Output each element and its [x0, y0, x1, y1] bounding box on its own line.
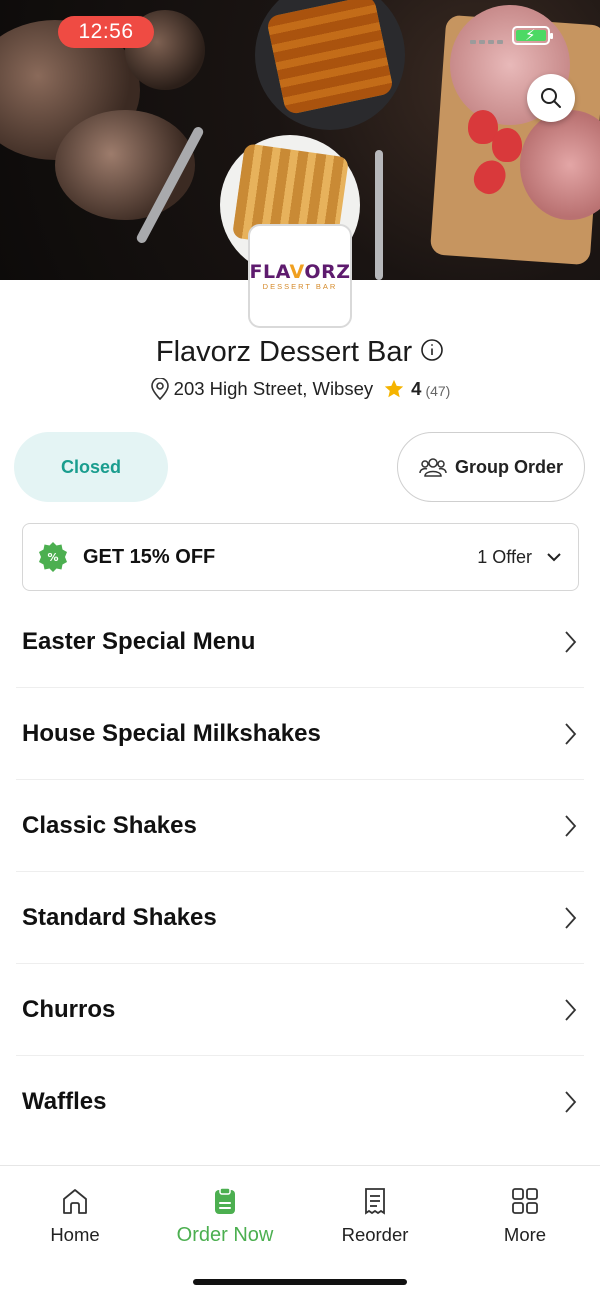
group-icon [419, 458, 447, 477]
group-order-button[interactable]: Group Order [397, 432, 585, 502]
signal-icon [470, 40, 503, 44]
menu-category-label: Standard Shakes [22, 903, 217, 931]
tab-label: Reorder [341, 1224, 409, 1245]
offer-title: GET 15% OFF [83, 545, 216, 568]
chevron-right-icon [562, 813, 578, 839]
battery-charging-icon: ⚡ [512, 26, 553, 45]
grid-icon [512, 1188, 538, 1214]
logo-wordmark: FLAVORZ [249, 261, 351, 283]
discount-badge-icon: % [37, 541, 69, 573]
chevron-right-icon [562, 629, 578, 655]
rating-value: 4 [411, 378, 422, 399]
chevron-right-icon [562, 721, 578, 747]
store-status-badge: Closed [14, 432, 168, 502]
location-pin-icon [150, 378, 170, 400]
logo-tagline: DESSERT BAR [262, 282, 338, 291]
menu-category-item[interactable]: Standard Shakes [16, 872, 584, 964]
home-indicator [193, 1279, 407, 1285]
tab-home[interactable]: Home [0, 1186, 150, 1246]
fork [375, 150, 383, 280]
tab-more[interactable]: More [450, 1186, 600, 1246]
chevron-down-icon [544, 547, 564, 567]
menu-category-list: Easter Special Menu House Special Milksh… [0, 596, 600, 1148]
menu-category-label: Churros [22, 995, 116, 1023]
offer-banner[interactable]: % GET 15% OFF 1 Offer [22, 523, 579, 591]
store-name: Flavorz Dessert Bar [155, 336, 413, 368]
store-address: 203 High Street, Wibsey [173, 378, 374, 399]
menu-category-item[interactable]: Waffles [16, 1056, 584, 1148]
tab-reorder[interactable]: Reorder [300, 1186, 450, 1246]
store-logo: FLAVORZ DESSERT BAR [248, 224, 352, 328]
offer-count: 1 Offer [477, 546, 532, 567]
menu-category-item[interactable]: Easter Special Menu [16, 596, 584, 688]
store-meta: 203 High Street, Wibsey 4 (47) [0, 378, 600, 400]
star-icon [383, 378, 405, 400]
group-order-label: Group Order [454, 456, 563, 477]
menu-category-label: Easter Special Menu [22, 627, 256, 655]
receipt-icon [365, 1188, 385, 1215]
search-button[interactable] [527, 74, 575, 122]
chevron-right-icon [562, 997, 578, 1023]
chevron-right-icon [562, 1089, 578, 1115]
order-icon [215, 1187, 235, 1214]
tab-order-now[interactable]: Order Now [150, 1186, 300, 1247]
svg-text:%: % [47, 551, 58, 564]
menu-category-label: Classic Shakes [22, 811, 197, 839]
menu-category-item[interactable]: House Special Milkshakes [16, 688, 584, 780]
home-icon [63, 1189, 87, 1214]
strawberry [492, 128, 522, 162]
menu-category-item[interactable]: Classic Shakes [16, 780, 584, 872]
menu-category-label: Waffles [22, 1088, 107, 1115]
store-title-row: Flavorz Dessert Bar [0, 336, 600, 369]
rating-count: (47) [425, 382, 451, 399]
tab-label: Home [50, 1224, 100, 1245]
tab-label: More [503, 1224, 547, 1245]
search-icon [541, 88, 561, 108]
tab-label: Order Now [176, 1224, 274, 1246]
status-time: 12:56 [58, 16, 154, 48]
menu-category-label: House Special Milkshakes [22, 719, 321, 747]
menu-category-item[interactable]: Churros [16, 964, 584, 1056]
info-icon[interactable] [420, 338, 444, 362]
chevron-right-icon [562, 905, 578, 931]
